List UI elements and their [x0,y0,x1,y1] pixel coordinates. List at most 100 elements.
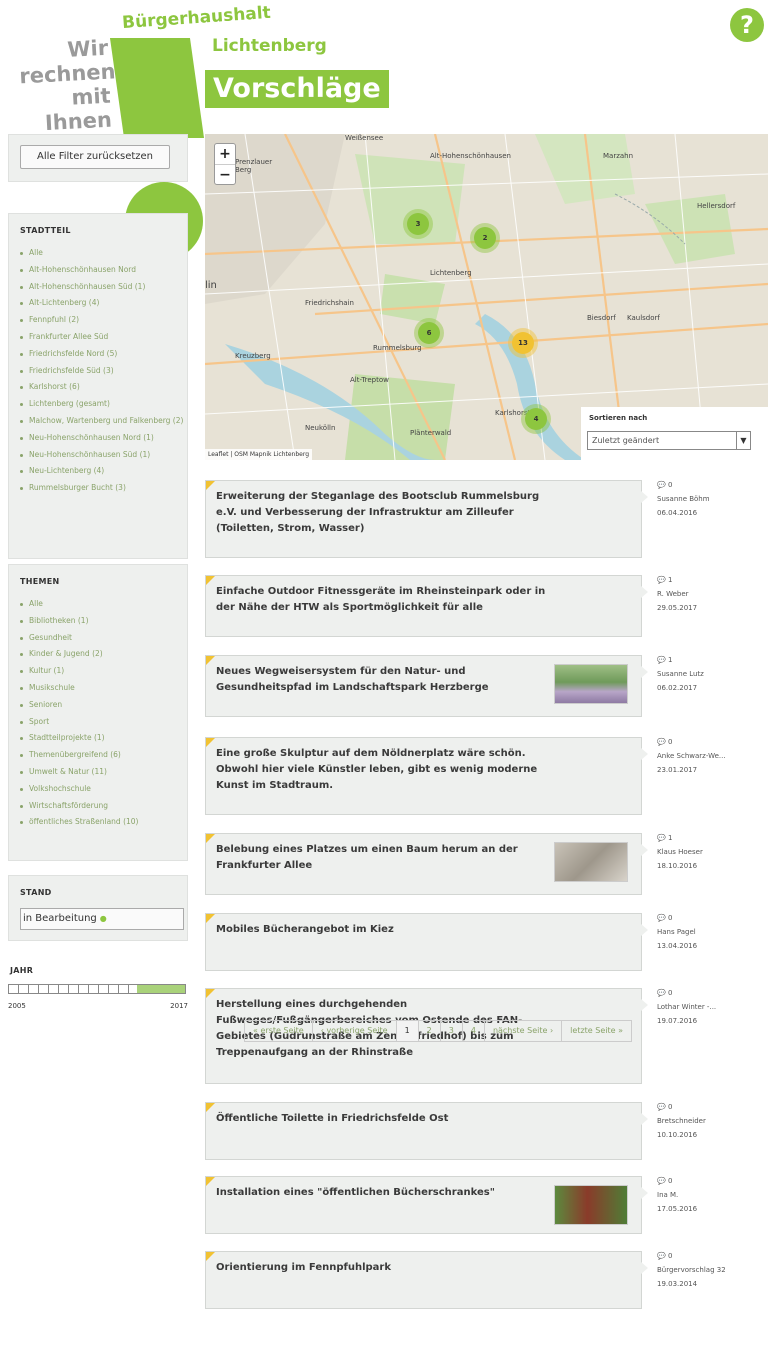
map-cluster-marker[interactable]: 4 [525,408,547,430]
proposal-title[interactable]: Öffentliche Toilette in Friedrichsfelde … [216,1111,561,1127]
proposal-title[interactable]: Belebung eines Platzes um einen Baum her… [216,842,546,874]
topic-filter-item[interactable]: Kinder & Jugend (2) [20,646,187,663]
proposal-title[interactable]: Neues Wegweisersystem für den Natur- und… [216,664,546,696]
bullet-icon [20,285,23,289]
corner-marker [206,834,215,843]
proposal-title[interactable]: Erweiterung der Steganlage des Bootsclub… [216,489,561,537]
proposal-title[interactable]: Installation eines "öffentlichen Büchers… [216,1185,546,1201]
district-filter-item[interactable]: Neu-Hohenschönhausen Nord (1) [20,430,187,447]
district-filter-item[interactable]: Alt-Hohenschönhausen Süd (1) [20,279,187,296]
map-label: Lichtenberg [430,269,472,277]
corner-marker [206,1103,215,1112]
proposal-card[interactable]: Belebung eines Platzes um einen Baum her… [205,833,648,895]
previous-page-link[interactable]: ‹ vorherige Seite [313,1021,397,1041]
chevron-down-icon[interactable]: ▼ [736,432,750,449]
topic-filter-item[interactable]: Umwelt & Natur (11) [20,764,187,781]
last-page-link[interactable]: letzte Seite » [562,1021,631,1041]
topic-filter-item[interactable]: Stadtteilprojekte (1) [20,730,187,747]
zoom-out-button[interactable]: − [215,164,235,184]
topic-filter-item[interactable]: Bibliotheken (1) [20,613,187,630]
topic-filter-item[interactable]: Kultur (1) [20,663,187,680]
district-filter-item-label: Karlshorst (6) [29,382,80,392]
topic-filter-item[interactable]: Senioren [20,697,187,714]
page-link[interactable]: 2 [419,1021,441,1041]
year-slider[interactable] [8,984,186,994]
bullet-icon [20,302,23,306]
district-filter-item[interactable]: Fennpfuhl (2) [20,312,187,329]
topic-filter-item[interactable]: Themenübergreifend (6) [20,747,187,764]
map-attribution[interactable]: Leaflet | OSM Mapnik Lichtenberg [205,449,313,460]
map-cluster-marker[interactable]: 13 [512,332,534,354]
district-filter-item[interactable]: Malchow, Wartenberg und Falkenberg (2) [20,413,187,430]
card-pointer [641,1187,648,1199]
proposal-title[interactable]: Orientierung im Fennpfuhlpark [216,1260,561,1276]
proposal-card[interactable]: Eine große Skulptur auf dem Nöldnerplatz… [205,737,648,815]
district-filter: STADTTEIL Alle Alt-Hohenschönhausen Nord A… [8,213,188,559]
district-heading: STADTTEIL [20,226,71,235]
topic-filter-item[interactable]: öffentliches Straßenland (10) [20,814,187,831]
district-filter-item-label: Alt-Hohenschönhausen Nord [29,264,137,274]
zoom-in-button[interactable]: + [215,144,235,164]
status-select[interactable]: in Bearbeitung ● [20,908,184,930]
district-filter-item[interactable]: Alt-Lichtenberg (4) [20,295,187,312]
district-filter-item-label: Lichtenberg (gesamt) [29,399,110,409]
page-link[interactable]: 4 [463,1021,485,1041]
district-filter-item[interactable]: Friedrichsfelde Süd (3) [20,363,187,380]
topic-filter-item[interactable]: Wirtschaftsförderung [20,798,187,815]
corner-marker [206,576,215,585]
corner-marker [206,738,215,747]
district-filter-item[interactable]: Frankfurter Allee Süd [20,329,187,346]
proposal-card[interactable]: Orientierung im Fennpfuhlpark [205,1251,648,1309]
bullet-icon [20,821,23,825]
district-filter-item[interactable]: Alt-Hohenschönhausen Nord [20,262,187,279]
district-filter-item[interactable]: Lichtenberg (gesamt) [20,396,187,413]
first-page-link[interactable]: « erste Seite [245,1021,313,1041]
topic-filter-item[interactable]: Volkshochschule [20,781,187,798]
proposal-card[interactable]: Mobiles Bücherangebot im Kiez [205,913,648,971]
district-filter-item[interactable]: Alle [20,245,187,262]
proposal-author: Bretschneider [657,1117,706,1125]
proposal-author: Susanne Böhm [657,495,710,503]
map-cluster-marker[interactable]: 3 [407,213,429,235]
proposal-card[interactable]: Einfache Outdoor Fitnessgeräte im Rheins… [205,575,648,637]
bullet-icon [20,352,23,356]
district-filter-item[interactable]: Neu-Lichtenberg (4) [20,463,187,480]
map-cluster-marker[interactable]: 2 [474,227,496,249]
district-filter-item[interactable]: Neu-Hohenschönhausen Süd (1) [20,447,187,464]
district-filter-item[interactable]: Rummelsburger Bucht (3) [20,480,187,497]
district-filter-item[interactable]: Karlshorst (6) [20,379,187,396]
comment-count-value: 0 [667,1103,673,1111]
proposal-title[interactable]: Einfache Outdoor Fitnessgeräte im Rheins… [216,584,561,616]
logo-green-bar [109,38,205,138]
reset-filters-button[interactable]: Alle Filter zurücksetzen [20,145,170,169]
proposal-meta: 💬 1 Susanne Lutz 06.02.2017 [657,653,737,695]
topic-filter-item[interactable]: Alle [20,596,187,613]
proposal-card[interactable]: Installation eines "öffentlichen Büchers… [205,1176,648,1234]
proposal-card[interactable]: Neues Wegweisersystem für den Natur- und… [205,655,648,717]
map-cluster-marker[interactable]: 6 [418,322,440,344]
proposal-thumbnail[interactable] [554,842,628,882]
next-page-link[interactable]: nächste Seite › [485,1021,563,1041]
comment-count: 💬 0 [657,1100,737,1114]
proposal-title[interactable]: Eine große Skulptur auf dem Nöldnerplatz… [216,746,561,794]
proposal-thumbnail[interactable] [554,664,628,704]
proposal-card[interactable]: Öffentliche Toilette in Friedrichsfelde … [205,1102,648,1160]
topic-filter-item-label: Bibliotheken (1) [29,615,89,625]
topic-filter-item[interactable]: Musikschule [20,680,187,697]
proposal-author: R. Weber [657,590,689,598]
district-filter-item[interactable]: Friedrichsfelde Nord (5) [20,346,187,363]
proposal-title[interactable]: Mobiles Bücherangebot im Kiez [216,922,561,938]
sort-select[interactable]: Zuletzt geändert ▼ [587,431,751,450]
comment-count-value: 1 [667,834,673,842]
year-slider-range[interactable] [137,985,185,993]
page-link[interactable]: 3 [441,1021,463,1041]
comment-icon: 💬 [657,738,668,746]
help-icon[interactable]: ? [730,8,764,42]
topic-filter-item[interactable]: Sport [20,714,187,731]
proposal-thumbnail[interactable] [554,1185,628,1225]
topic-filter-item[interactable]: Gesundheit [20,630,187,647]
comment-icon: 💬 [657,834,668,842]
proposal-card[interactable]: Erweiterung der Steganlage des Bootsclub… [205,480,648,558]
corner-marker [206,656,215,665]
proposal-author: Lothar Winter -... [657,1003,717,1011]
